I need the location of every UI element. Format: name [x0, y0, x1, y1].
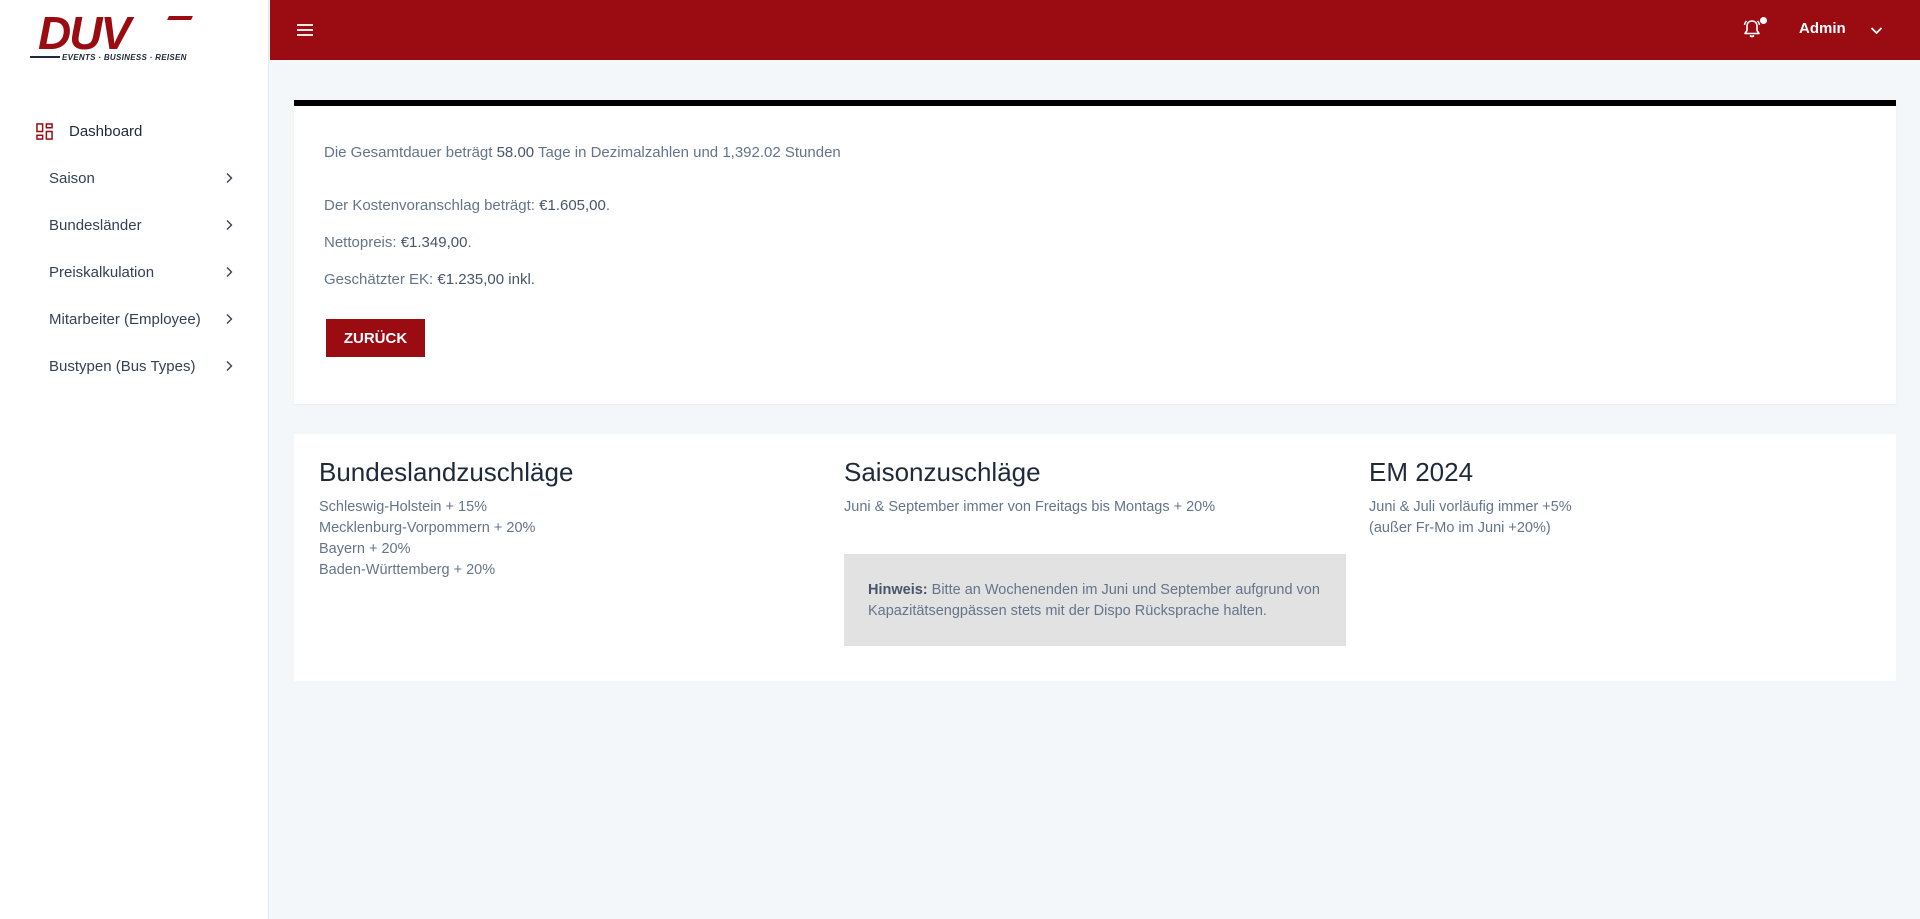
net-price-text: Nettopreis: €1.349,00. [324, 234, 472, 251]
states-line: Baden-Württemberg + 20% [319, 562, 496, 578]
sidebar-item-label: Mitarbeiter (Employee) [49, 311, 201, 328]
sidebar-item-mitarbeiter[interactable]: Mitarbeiter (Employee) [0, 296, 269, 343]
duration-prefix: Die Gesamtdauer beträgt [324, 144, 497, 161]
season-line: Juni & September immer von Freitags bis … [844, 499, 1216, 515]
estimate-prefix: Der Kostenvoranschlag beträgt: [324, 197, 540, 214]
logo-bar [30, 56, 60, 58]
sidebar-item-bundeslaender[interactable]: Bundesländer [0, 202, 269, 249]
estimate-suffix: . [605, 197, 611, 214]
sidebar-item-saison[interactable]: Saison [0, 155, 269, 202]
states-line: Mecklenburg-Vorpommern + 20% [319, 520, 536, 536]
hint-text: Bitte an Wochenenden im Juni und Septemb… [868, 582, 1320, 619]
season-surcharges: Saisonzuschläge Juni & September immer v… [844, 456, 1346, 646]
bell-icon[interactable] [1742, 19, 1762, 39]
em-line: Juni & Juli vorläufig immer +5% [1369, 499, 1572, 515]
logo-text: DUV [38, 7, 131, 59]
ek-prefix: Geschätzter EK: [324, 271, 438, 288]
states-surcharges: Bundeslandzuschläge Schleswig-Holstein +… [319, 456, 573, 581]
grid-icon [36, 123, 53, 140]
sidebar-item-preiskalkulation[interactable]: Preiskalkulation [0, 249, 269, 296]
estimate-value: €1.605,00 [539, 197, 606, 214]
duration-suffix: Tage in Dezimalzahlen und 1,392.02 Stund… [534, 144, 841, 161]
em-title: EM 2024 [1369, 457, 1474, 487]
sidebar-item-label: Preiskalkulation [49, 264, 155, 281]
duration-days: 58.00 [496, 144, 535, 161]
sidebar-item-label: Bustypen (Bus Types) [49, 358, 196, 375]
ek-value: €1.235,00 inkl. [437, 271, 535, 288]
duration-text: Die Gesamtdauer beträgt 58.00 Tage in De… [324, 144, 841, 161]
back-button[interactable]: ZURÜCK [326, 319, 425, 357]
sidebar-item-label: Dashboard [69, 123, 143, 140]
duv-logo[interactable]: DUV EVENTS · BUSINESS · REISEN [30, 8, 193, 66]
em-line: (außer Fr-Mo im Juni +20%) [1369, 520, 1551, 536]
sidebar-item-label: Saison [49, 170, 95, 187]
hint-label: Hinweis: [868, 582, 928, 598]
chevron-down-icon[interactable] [1870, 24, 1883, 37]
notification-dot [1760, 17, 1767, 24]
chevron-right-icon [226, 267, 233, 277]
states-line: Bayern + 20% [319, 541, 411, 557]
net-prefix: Nettopreis: [324, 234, 401, 251]
menu-icon[interactable] [296, 21, 314, 39]
hint-note: Hinweis: Bitte an Wochenenden im Juni un… [844, 554, 1346, 646]
chevron-right-icon [226, 361, 233, 371]
chevron-right-icon [226, 220, 233, 230]
sidebar-nav: Dashboard Saison Bundesländer Preiskalku… [0, 108, 269, 390]
user-menu-label[interactable]: Admin [1799, 20, 1846, 37]
states-line: Schleswig-Holstein + 15% [319, 499, 488, 515]
surcharges-card: Bundeslandzuschläge Schleswig-Holstein +… [294, 434, 1896, 681]
sidebar-item-label: Bundesländer [49, 217, 142, 234]
logo-slash [167, 16, 193, 20]
sidebar-item-bustypen[interactable]: Bustypen (Bus Types) [0, 343, 269, 390]
logo-tagline: EVENTS · BUSINESS · REISEN [62, 53, 187, 62]
estimate-text: Der Kostenvoranschlag beträgt: €1.605,00… [324, 197, 610, 214]
sidebar: DUV EVENTS · BUSINESS · REISEN Dashboard… [0, 0, 269, 919]
net-suffix: . [467, 234, 472, 251]
chevron-right-icon [226, 314, 233, 324]
ek-text: Geschätzter EK: €1.235,00 inkl. [324, 271, 535, 288]
season-title: Saisonzuschläge [844, 457, 1041, 487]
net-value: €1.349,00 [400, 234, 468, 251]
top-header: Admin [270, 0, 1920, 60]
states-title: Bundeslandzuschläge [319, 457, 574, 487]
em-surcharges: EM 2024 Juni & Juli vorläufig immer +5% … [1369, 456, 1572, 539]
calculation-result-card: Die Gesamtdauer beträgt 58.00 Tage in De… [294, 100, 1896, 404]
sidebar-item-dashboard[interactable]: Dashboard [0, 108, 269, 155]
chevron-right-icon [226, 173, 233, 183]
